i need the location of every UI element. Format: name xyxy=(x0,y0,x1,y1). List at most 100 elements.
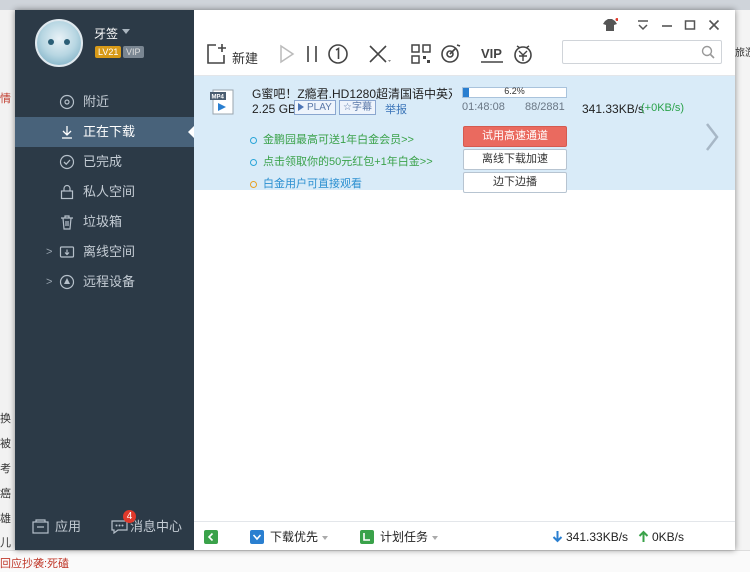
background-window-bottom: 回应抄袭:死磕 xyxy=(0,550,750,572)
offline-accelerate-button[interactable]: 离线下载加速 xyxy=(463,149,567,170)
minimize-icon[interactable] xyxy=(661,18,673,32)
promo-link[interactable]: 金鹏园最高可送1年白金会员>> xyxy=(250,131,414,147)
download-icon xyxy=(62,126,72,139)
main-menu-icon[interactable] xyxy=(637,18,649,32)
search-icon[interactable] xyxy=(701,45,715,59)
progress-bar: 6.2% xyxy=(462,86,567,98)
sidebar-item-label: 离线空间 xyxy=(83,244,136,259)
schedule-icon xyxy=(360,530,374,544)
promo-text: 点击领取你的50元红包+1年白金>> xyxy=(263,156,433,168)
bg-text-fragment: 雄 xyxy=(0,513,11,525)
scheduled-task-button[interactable]: 计划任务 xyxy=(360,529,439,545)
bg-text-fragment: 情 xyxy=(0,93,11,105)
svg-text:MP4: MP4 xyxy=(212,95,225,101)
pieces-count: 88/2881 xyxy=(525,101,565,113)
mp4-file-icon: MP4 xyxy=(210,89,234,115)
up-arrow-icon xyxy=(638,530,649,542)
sidebar-nav: 附近 正在下载 已完成 私人空间 垃圾箱 > 离线空间 > 远程设备 xyxy=(15,87,195,297)
sidebar-item-label: 远程设备 xyxy=(83,274,136,289)
promo-link[interactable]: 白金用户可直接观看 xyxy=(250,175,362,191)
desktop-top-strip xyxy=(0,0,750,10)
bg-bottom-link[interactable]: 回应抄袭:死磕 xyxy=(0,555,69,571)
bullet-dot-icon xyxy=(250,180,257,188)
expand-arrow-icon[interactable]: > xyxy=(46,267,52,297)
play-badge[interactable]: PLAY xyxy=(294,100,336,115)
speed-limit-icon[interactable] xyxy=(327,43,349,65)
apps-label: 应用 xyxy=(55,519,82,534)
qr-code-icon[interactable] xyxy=(410,43,432,65)
trash-icon xyxy=(61,215,73,230)
search-input[interactable] xyxy=(567,43,697,62)
background-window-right: 旅游 xyxy=(735,10,750,571)
expand-arrow-icon[interactable]: > xyxy=(46,237,52,267)
bg-text-fragment: 换 xyxy=(0,413,11,425)
check-circle-icon xyxy=(59,154,75,170)
pause-icon[interactable] xyxy=(304,43,320,65)
collapse-left-icon xyxy=(204,530,218,544)
message-center-button[interactable]: 4 消息中心 xyxy=(111,510,183,538)
new-task-button[interactable]: 新建 xyxy=(232,48,258,67)
bg-text-fragment: 被 xyxy=(0,438,11,450)
priority-label: 下载优先 xyxy=(270,530,319,544)
sidebar-item-label: 垃圾箱 xyxy=(83,214,123,229)
thunder-window: 牙签 LV21 VIP 附近 正在下载 已完成 私人空间 垃圾箱 > 离线空间 … xyxy=(15,10,735,550)
sidebar-item-label: 已完成 xyxy=(83,154,123,169)
download-task-row[interactable]: MP4 G蜜吧！Z瘾君.HD1280超清国语中英双字… 2.25 GB PLAY… xyxy=(194,76,735,193)
skin-shirt-icon[interactable] xyxy=(602,18,618,32)
remote-icon xyxy=(59,274,75,290)
dropdown-caret-icon xyxy=(322,535,329,540)
sidebar-item-trash[interactable]: 垃圾箱 xyxy=(15,207,194,237)
sidebar-item-label: 正在下载 xyxy=(83,124,136,139)
promo-text: 白金用户可直接观看 xyxy=(263,178,362,190)
user-menu-caret-icon[interactable] xyxy=(122,29,130,34)
speed-up-icon[interactable] xyxy=(439,43,463,65)
message-count-badge: 4 xyxy=(123,510,136,523)
sidebar-item-offline-space[interactable]: > 离线空间 xyxy=(15,237,194,267)
offline-icon xyxy=(59,246,75,258)
report-link[interactable]: 举报 xyxy=(385,101,407,117)
total-upload-speed: 0KB/s xyxy=(638,529,684,545)
location-icon xyxy=(59,94,75,110)
search-box xyxy=(562,40,722,64)
promo-text: 金鹏园最高可送1年白金会员>> xyxy=(263,134,414,146)
schedule-label: 计划任务 xyxy=(380,530,429,544)
lucky-icon[interactable] xyxy=(512,43,534,65)
chevron-right-icon[interactable] xyxy=(704,122,720,152)
vip-icon[interactable]: VIP xyxy=(479,43,505,65)
maximize-icon[interactable] xyxy=(684,18,696,32)
subtitle-badge[interactable]: ☆字幕 xyxy=(339,100,376,115)
collapse-sidebar-button[interactable] xyxy=(204,529,218,545)
play-while-download-button[interactable]: 边下边播 xyxy=(463,172,567,193)
message-center-label: 消息中心 xyxy=(130,519,183,534)
start-icon[interactable] xyxy=(277,43,297,65)
bg-text-fragment: 考 xyxy=(0,463,11,475)
dropdown-caret-icon xyxy=(432,535,439,540)
bullet-dot-icon xyxy=(250,158,257,166)
sidebar-item-private-space[interactable]: 私人空间 xyxy=(15,177,194,207)
download-speed: 341.33KB/s xyxy=(582,102,645,116)
level-badge: LV21 xyxy=(95,46,122,58)
sidebar-item-remote-device[interactable]: > 远程设备 xyxy=(15,267,194,297)
sidebar-item-label: 附近 xyxy=(83,94,110,109)
username[interactable]: 牙签 xyxy=(94,25,118,42)
progress-percent: 6.2% xyxy=(504,86,525,96)
file-size: 2.25 GB xyxy=(252,102,297,116)
background-window-left: 情 换 被 考 癌 雄 儿 xyxy=(0,10,15,571)
close-icon[interactable] xyxy=(708,18,720,32)
promo-link[interactable]: 点击领取你的50元红包+1年白金>> xyxy=(250,153,433,169)
svg-text:VIP: VIP xyxy=(481,46,502,61)
download-priority-button[interactable]: 下载优先 xyxy=(250,529,329,545)
trial-high-speed-button[interactable]: 试用高速通道 xyxy=(463,126,567,147)
down-speed-value: 341.33KB/s xyxy=(566,530,629,544)
bg-text-fragment: 旅游 xyxy=(735,48,750,59)
sidebar-item-nearby[interactable]: 附近 xyxy=(15,87,194,117)
new-task-icon[interactable] xyxy=(206,43,228,65)
lock-icon xyxy=(60,184,74,200)
delete-icon[interactable] xyxy=(367,43,393,65)
apps-button[interactable]: 应用 xyxy=(32,516,81,538)
sidebar-item-downloading[interactable]: 正在下载 xyxy=(15,117,195,147)
avatar[interactable] xyxy=(35,19,83,67)
extra-speed: (+0KB/s) xyxy=(641,102,685,114)
sidebar-item-label: 私人空间 xyxy=(83,184,136,199)
sidebar-item-completed[interactable]: 已完成 xyxy=(15,147,194,177)
